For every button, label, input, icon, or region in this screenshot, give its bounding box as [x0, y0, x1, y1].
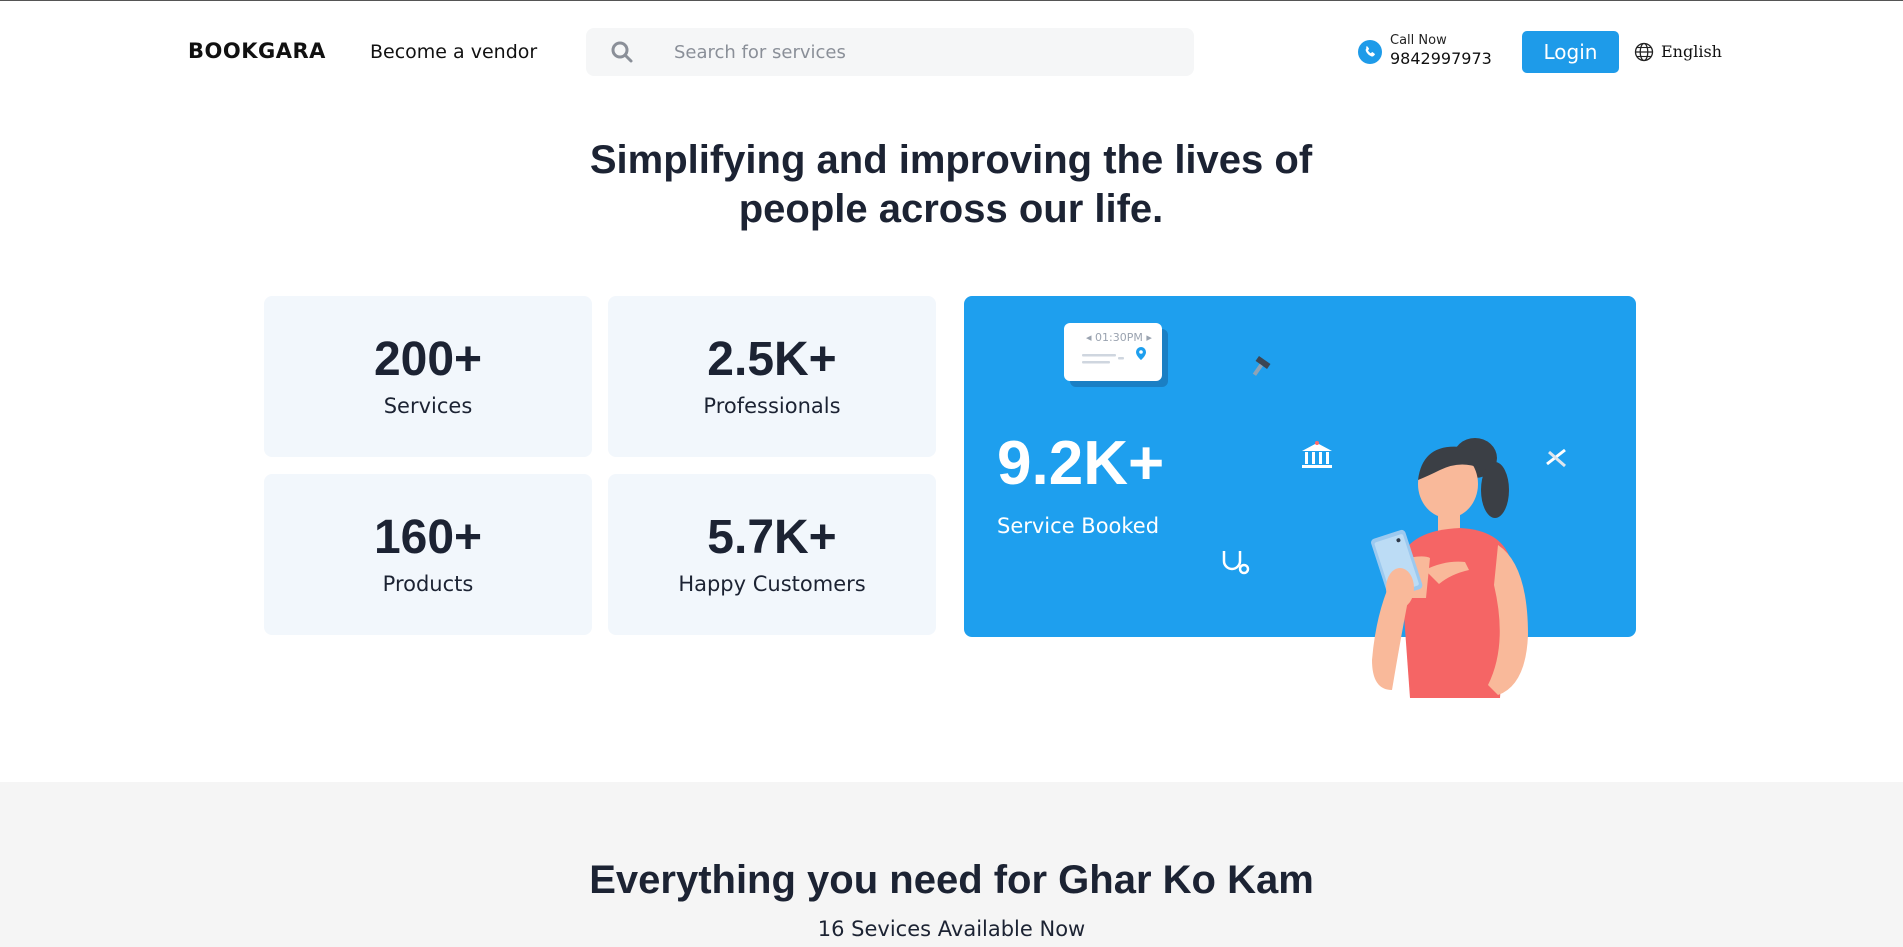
site-header: BOOKGARA Become a vendor Call Now 984299… [0, 1, 1903, 101]
bank-icon [1302, 441, 1332, 468]
stat-card-products: 160+ Products [264, 474, 592, 635]
hero-title: Simplifying and improving the lives of p… [551, 136, 1351, 234]
search-icon[interactable] [610, 40, 634, 64]
call-label: Call Now [1390, 33, 1447, 48]
services-section-title: Everything you need for Ghar Ko Kam [0, 858, 1903, 903]
search-box[interactable] [586, 28, 1194, 76]
stat-label: Products [382, 572, 474, 596]
hero-title-line2: people across our life. [738, 187, 1164, 231]
login-button[interactable]: Login [1522, 31, 1619, 73]
service-booked-value: 9.2K+ [997, 429, 1165, 498]
hero-title-line1: Simplifying and improving the lives of [589, 138, 1313, 182]
services-title-prefix: Everything you need for [589, 858, 1059, 902]
stat-card-services: 200+ Services [264, 296, 592, 457]
logo[interactable]: BOOKGARA [188, 39, 326, 63]
stat-label: Services [383, 394, 473, 418]
stat-value: 2.5K+ [707, 333, 837, 386]
search-input[interactable] [674, 28, 1174, 76]
stat-value: 160+ [373, 511, 483, 564]
stat-value: 5.7K+ [707, 511, 837, 564]
stat-label: Professionals [703, 394, 841, 418]
services-available-count: 16 Sevices Available Now [817, 917, 1086, 941]
stethoscope-icon [1222, 551, 1250, 575]
become-vendor-link[interactable]: Become a vendor [370, 41, 537, 63]
woman-with-phone-illustration [1371, 438, 1528, 698]
stat-card-professionals: 2.5K+ Professionals [608, 296, 936, 457]
hammer-icon [1252, 356, 1271, 376]
language-label: English [1661, 42, 1722, 61]
services-title-bold: Ghar Ko Kam [1058, 858, 1314, 902]
call-number[interactable]: 9842997973 [1390, 49, 1492, 68]
service-booked-label: Service Booked [997, 514, 1160, 538]
services-section: Everything you need for Ghar Ko Kam 16 S… [0, 782, 1903, 947]
stat-label: Happy Customers [678, 572, 866, 596]
phone-icon [1358, 40, 1382, 64]
stat-card-happy-customers: 5.7K+ Happy Customers [608, 474, 936, 635]
stat-value: 200+ [373, 333, 483, 386]
globe-icon [1634, 42, 1654, 62]
